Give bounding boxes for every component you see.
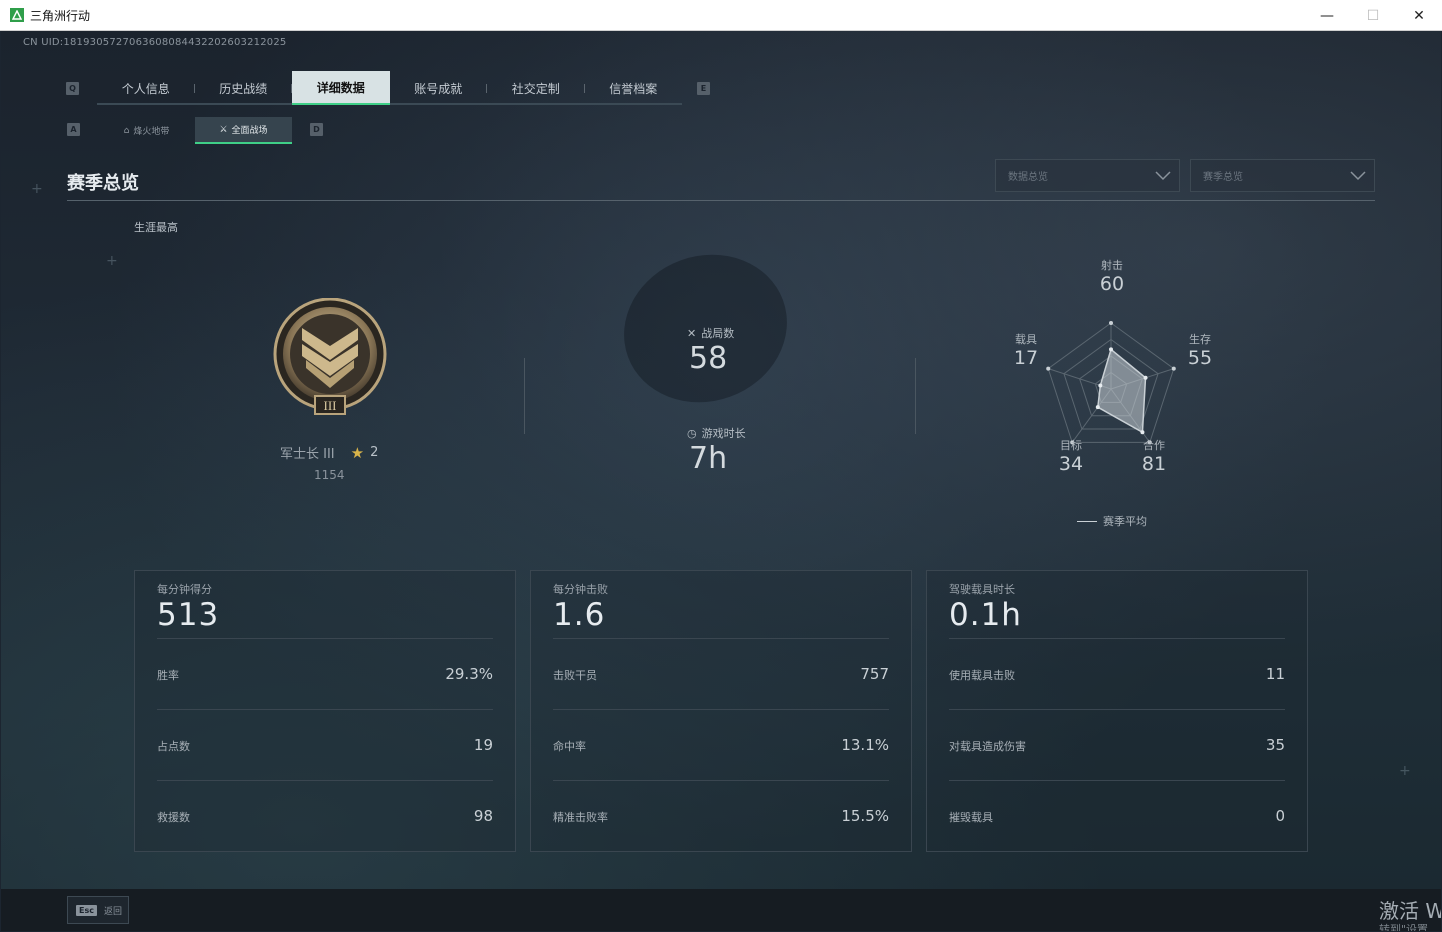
window-titlebar: 三角洲行动 — ☐ ✕: [0, 0, 1442, 31]
radar-value-point: [1109, 347, 1113, 352]
card-row: 击败干员 757: [553, 638, 889, 709]
career-best-label: 生涯最高: [134, 221, 178, 234]
stat-card-score: 每分钟得分 513 胜率 29.3% 占点数 19 救援数 98: [134, 570, 516, 852]
radar-value-point: [1098, 383, 1103, 388]
radar-value-point: [1143, 375, 1148, 380]
windows-activation-subtext: 转到"设置: [1379, 923, 1429, 931]
matches-value: 58: [689, 341, 728, 376]
subtab-battlefield[interactable]: ⚔ 全面战场: [195, 117, 292, 144]
tab-detailed-data[interactable]: 详细数据: [292, 71, 390, 105]
crossed-swords-icon: ✕: [687, 326, 697, 340]
window-title: 三角洲行动: [30, 8, 91, 23]
card-row: 摧毁载具 0: [949, 780, 1285, 851]
bottom-bar: [1, 889, 1441, 931]
crosshair-decoration: +: [31, 181, 43, 197]
card-head-value: 0.1h: [949, 597, 1022, 633]
stat-card-kills: 每分钟击败 1.6 击败干员 757 命中率 13.1% 精准击败率 15.5%: [530, 570, 912, 852]
card-head-value: 1.6: [553, 597, 606, 633]
divider-right: [915, 358, 916, 434]
minimize-button[interactable]: —: [1304, 0, 1350, 31]
card-row: 命中率 13.1%: [553, 709, 889, 780]
crosshair-decoration: +: [1399, 763, 1411, 779]
chevron-down-icon: [1350, 171, 1366, 181]
battlefield-icon: ⚔: [219, 124, 228, 135]
season-dropdown[interactable]: 赛季总览: [1190, 159, 1375, 192]
subtab-flame-zone[interactable]: ⌂ 烽火地带: [98, 117, 195, 144]
tab-social[interactable]: 社交定制: [487, 71, 585, 105]
radar-label-objective: 目标: [1060, 439, 1082, 452]
esc-key-hint: Esc: [76, 904, 97, 916]
windows-activation-watermark: 激活 W: [1379, 899, 1441, 923]
chevron-down-icon: [1155, 171, 1171, 181]
svg-text:III: III: [324, 398, 337, 413]
data-type-dropdown[interactable]: 数据总览: [995, 159, 1180, 192]
radar-value-cooperation: 81: [1141, 453, 1167, 475]
radar-label-shooting: 射击: [1101, 259, 1123, 272]
radar-legend: 赛季平均: [1077, 513, 1147, 529]
radar-value-point: [1140, 430, 1145, 435]
radar-label-vehicle: 载具: [1015, 333, 1037, 346]
key-hint-a: A: [67, 123, 80, 136]
card-head-label: 每分钟得分: [157, 583, 212, 596]
tab-personal-info[interactable]: 个人信息: [97, 71, 195, 105]
card-head-label: 每分钟击败: [553, 583, 608, 596]
close-button[interactable]: ✕: [1396, 0, 1442, 31]
card-row: 精准击败率 15.5%: [553, 780, 889, 851]
tab-achievements[interactable]: 账号成就: [390, 71, 487, 105]
card-head-label: 驾驶载具时长: [949, 583, 1015, 596]
matches-label: ✕ 战局数: [687, 326, 735, 341]
card-row: 占点数 19: [157, 709, 493, 780]
main-tabs: 个人信息 历史战绩 详细数据 账号成就 社交定制 信誉档案: [97, 71, 682, 105]
key-hint-q: Q: [66, 82, 79, 95]
sub-tabs: ⌂ 烽火地带 ⚔ 全面战场: [98, 117, 292, 144]
key-hint-e: E: [697, 82, 710, 95]
radar-value-shooting: 60: [1099, 273, 1125, 295]
radar-axis-dot: [1171, 366, 1176, 371]
radar-axis-dot: [1109, 321, 1113, 325]
radar-value-point: [1095, 405, 1100, 410]
back-button[interactable]: Esc 返回: [67, 896, 129, 924]
tab-history[interactable]: 历史战绩: [195, 71, 292, 105]
player-uid: CN UID:181930572706360808443220260321202…: [23, 37, 287, 48]
game-viewport: CN UID:181930572706360808443220260321202…: [1, 31, 1441, 931]
app-logo-icon: [10, 8, 24, 22]
rank-score: 1154: [314, 468, 345, 482]
card-head-value: 513: [157, 597, 220, 633]
key-hint-d: D: [310, 123, 323, 136]
divider-left: [524, 358, 525, 434]
tab-credit-record[interactable]: 信誉档案: [585, 71, 683, 105]
radar-value-polygon: [1097, 348, 1147, 434]
maximize-button[interactable]: ☐: [1350, 0, 1396, 31]
crosshair-decoration: +: [106, 253, 118, 269]
radar-label-cooperation: 合作: [1143, 439, 1165, 452]
card-row: 救援数 98: [157, 780, 493, 851]
playtime-value: 7h: [689, 441, 728, 476]
star-icon: ★: [350, 443, 365, 462]
stat-card-vehicle: 驾驶载具时长 0.1h 使用载具击败 11 对载具造成伤害 35 摧毁载具 0: [926, 570, 1308, 852]
section-title: 赛季总览: [67, 173, 139, 194]
radar-value-survival: 55: [1187, 347, 1213, 369]
flame-zone-icon: ⌂: [123, 125, 130, 136]
section-divider: [67, 200, 1375, 201]
radar-axis-dot: [1046, 366, 1051, 371]
rank-badge-icon: III: [273, 298, 387, 415]
rank-name: 军士长 III ★ 2: [280, 443, 379, 463]
radar-label-survival: 生存: [1189, 333, 1211, 346]
card-row: 胜率 29.3%: [157, 638, 493, 709]
card-row: 使用载具击败 11: [949, 638, 1285, 709]
card-row: 对载具造成伤害 35: [949, 709, 1285, 780]
legend-line: [1077, 520, 1097, 522]
radar-value-vehicle: 17: [1013, 347, 1039, 369]
playtime-label: ◷ 游戏时长: [687, 426, 746, 441]
stopwatch-icon: ◷: [687, 426, 697, 440]
radar-value-objective: 34: [1058, 453, 1084, 475]
rank-stars: 2: [370, 445, 379, 460]
